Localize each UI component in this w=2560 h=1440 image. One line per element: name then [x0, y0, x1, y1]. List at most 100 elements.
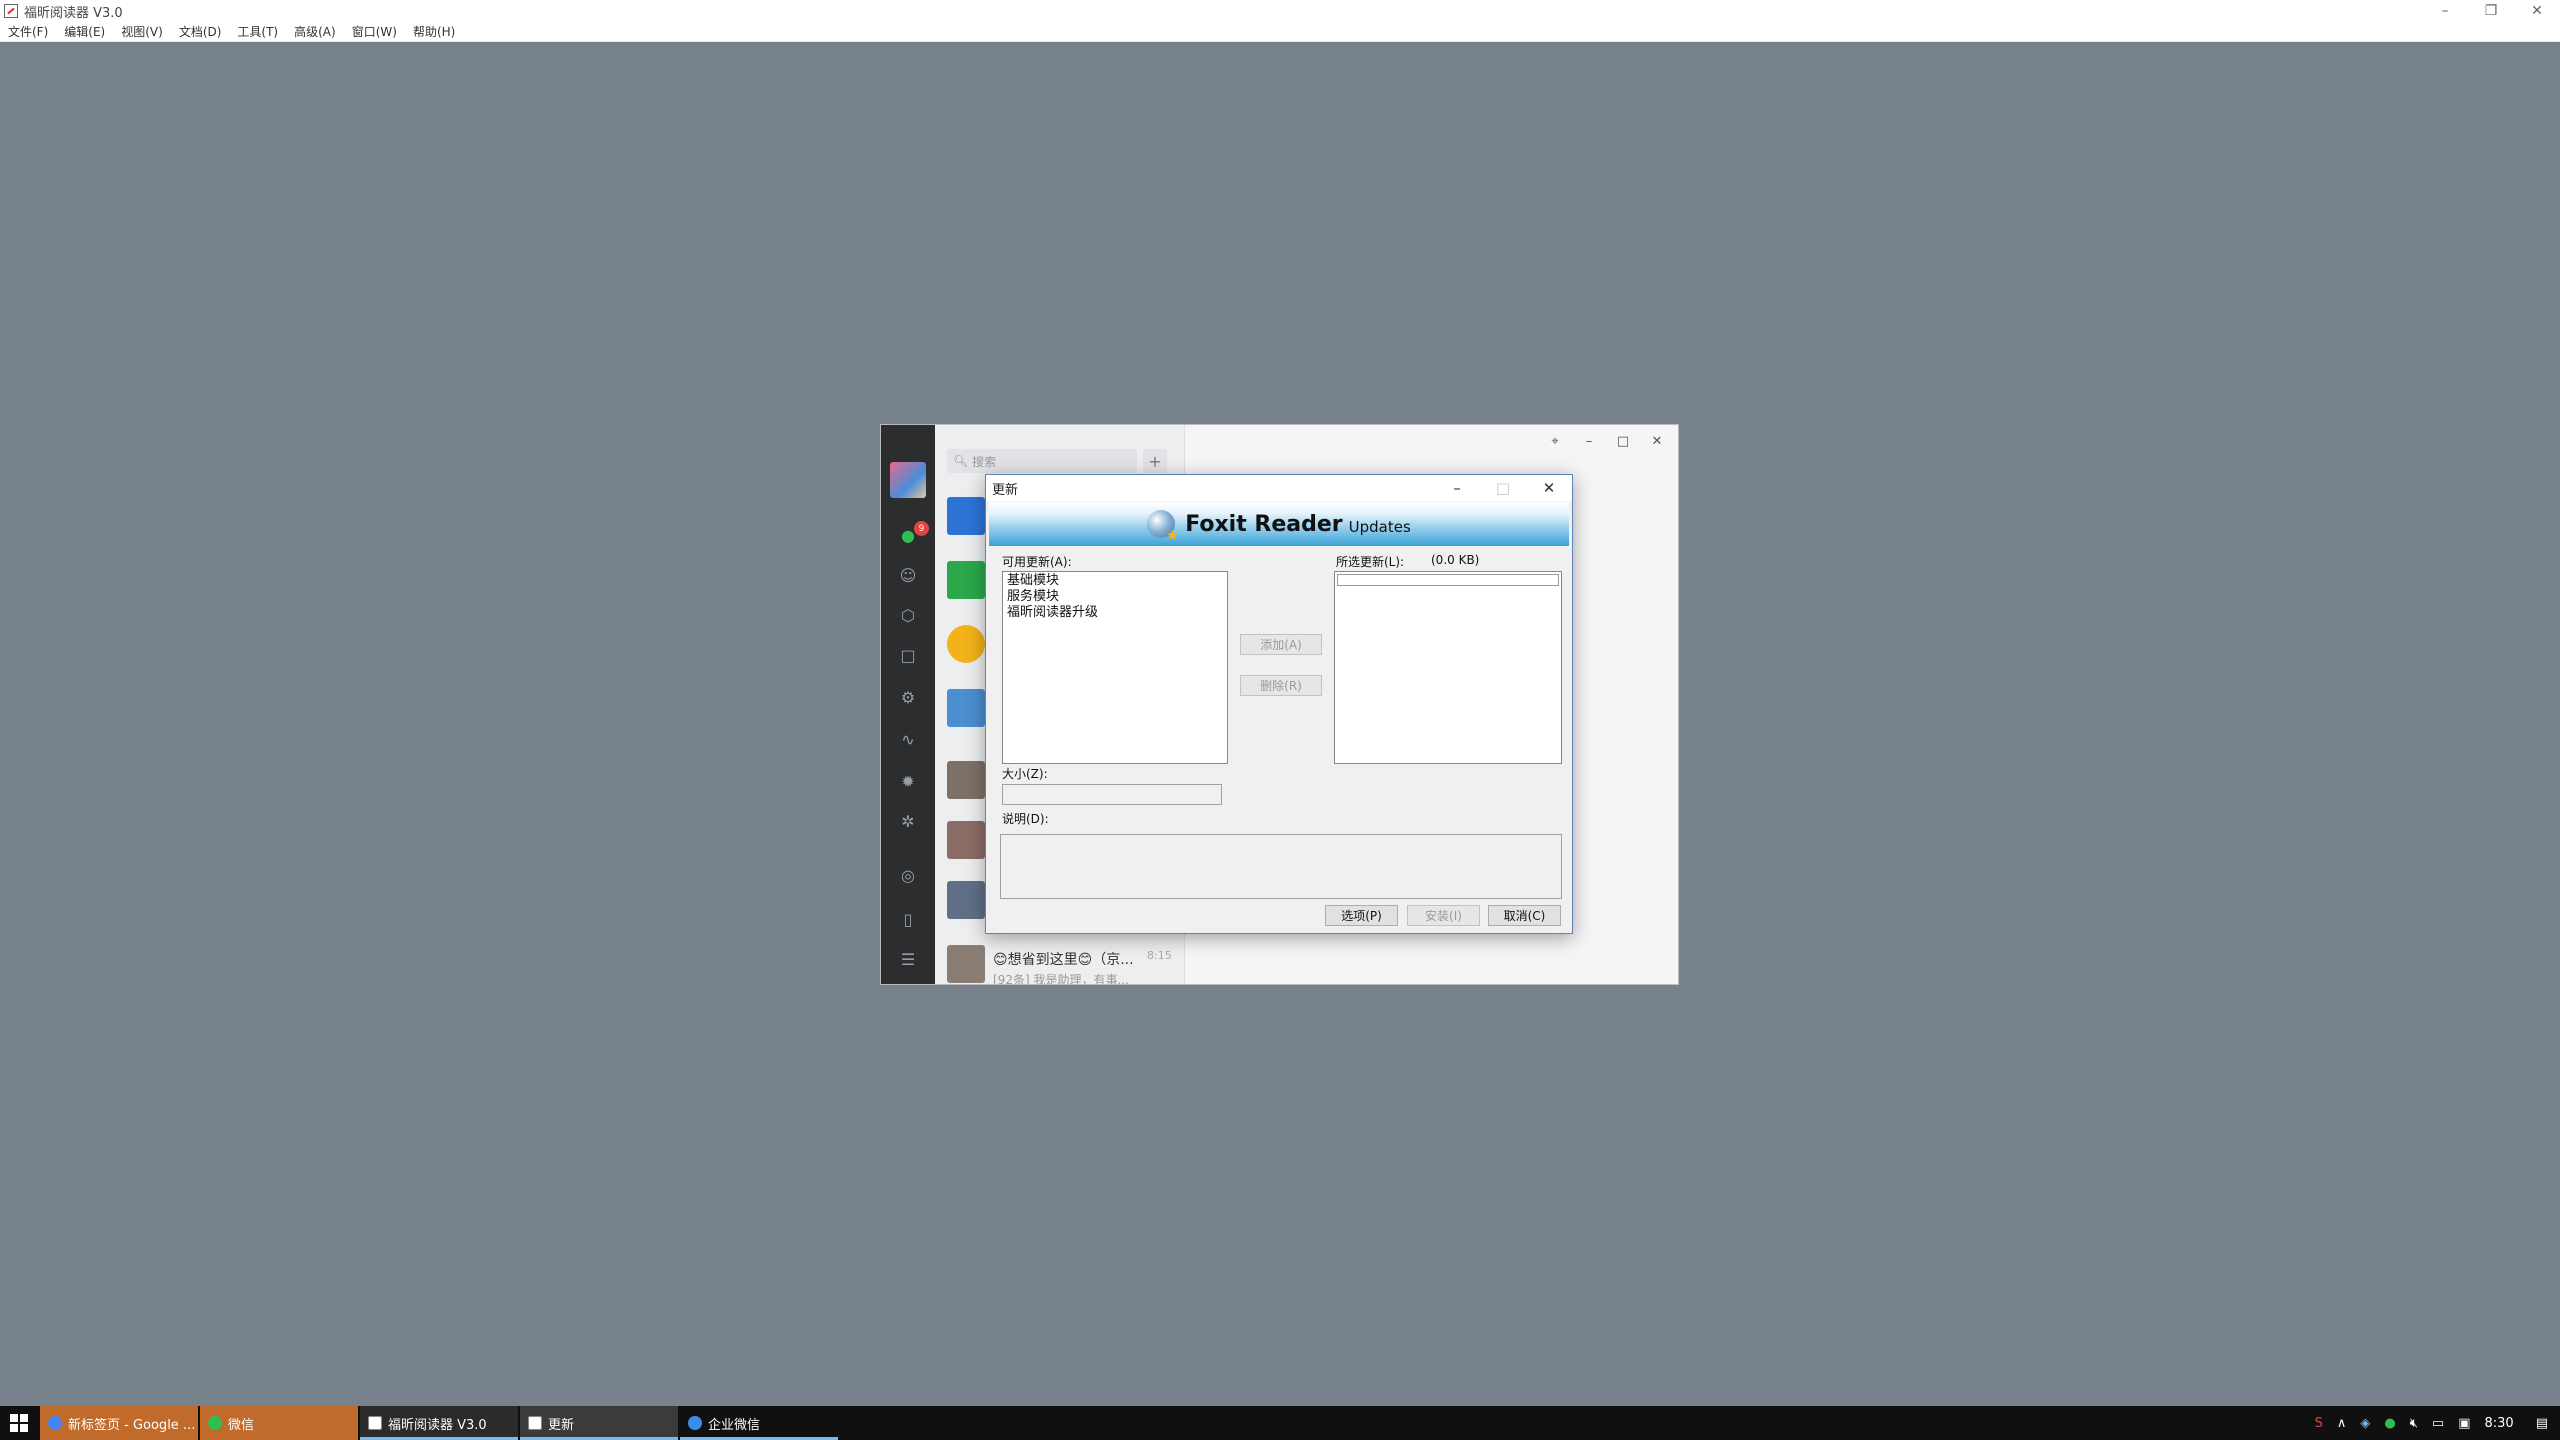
restore-button[interactable]: ❐ [2468, 0, 2514, 22]
clock[interactable]: 8:30 [2485, 1416, 2514, 1431]
size-label: 大小(Z): [1002, 767, 1048, 781]
banner-subtitle: Updates [1348, 517, 1411, 536]
options-button[interactable]: 选项(P) [1325, 905, 1398, 926]
banner-brand: Foxit Reader [1185, 511, 1343, 537]
wechat-tray-icon[interactable]: ● [2384, 1416, 2395, 1431]
list-item[interactable]: 福昕阅读器升级 [1003, 605, 1227, 621]
search-icon: 🔍︎ [953, 454, 969, 468]
foxit-icon [368, 1416, 382, 1430]
window-controls: – ❐ ✕ [2422, 0, 2560, 22]
taskbar-item-update[interactable]: 更新 [520, 1406, 678, 1440]
foxit-icon [528, 1416, 542, 1430]
remove-button: 删除(R) [1240, 675, 1322, 696]
foxit-app-icon [4, 4, 18, 18]
shield-icon[interactable]: ◈ [2360, 1416, 2370, 1431]
chat-avatar[interactable] [947, 689, 985, 727]
chat-avatar[interactable] [947, 945, 985, 983]
chat-avatar[interactable] [947, 881, 985, 919]
gear-icon[interactable]: ⚙ [896, 685, 920, 709]
list-item[interactable]: 基础模块 [1003, 573, 1227, 589]
task-label: 新标签页 - Google ... [68, 1417, 196, 1433]
menu-help[interactable]: 帮助(H) [405, 23, 463, 40]
volume-muted-icon[interactable]: 🔇︎ [2410, 1416, 2418, 1431]
maximize-button[interactable]: □ [1606, 427, 1640, 455]
wecom-window-controls: ⌖ – □ ✕ [1538, 427, 1674, 455]
update-dialog: 更新 – □ ✕ Foxit Reader Updates 可用更新(A): 基… [985, 474, 1573, 934]
chat-avatar[interactable] [947, 821, 985, 859]
size-field [1002, 784, 1222, 805]
chat-preview: [92条] 我是助理，有事... [993, 973, 1129, 984]
chat-name[interactable]: 😊想省到这里😊（京... [993, 949, 1134, 969]
app-titlebar: 福昕阅读器 V3.0 – ❐ ✕ [0, 0, 2560, 22]
taskbar-item-foxit[interactable]: 福昕阅读器 V3.0 [360, 1406, 518, 1440]
start-button[interactable] [0, 1406, 38, 1440]
update-banner: Foxit Reader Updates [989, 502, 1569, 546]
menu-advanced[interactable]: 高级(A) [286, 23, 344, 40]
app-title: 福昕阅读器 V3.0 [24, 5, 123, 21]
minimize-button[interactable]: – [2422, 0, 2468, 22]
wave-icon[interactable]: ∿ [896, 727, 920, 751]
battery-icon[interactable]: ▭ [2432, 1416, 2444, 1431]
globe-icon [1147, 510, 1179, 544]
wecom-nav-bar: ● 9 ☺ ⬡ □ ⚙ ∿ ✹ ✲ ◎ ▯ ☰ [881, 425, 935, 984]
selected-size: (0.0 KB) [1431, 553, 1480, 567]
task-label: 企业微信 [708, 1417, 761, 1433]
taskbar-item-wecom[interactable]: 企业微信 [680, 1406, 838, 1440]
available-updates-list[interactable]: 基础模块 服务模块 福昕阅读器升级 [1002, 571, 1228, 764]
list-item[interactable]: 服务模块 [1003, 589, 1227, 605]
menu-file[interactable]: 文件(F) [0, 23, 56, 40]
close-button[interactable]: ✕ [2514, 0, 2560, 22]
menu-view[interactable]: 视图(V) [113, 23, 171, 40]
chat-avatar[interactable] [947, 497, 985, 535]
compass-icon[interactable]: ◎ [896, 863, 920, 887]
task-label: 微信 [228, 1417, 255, 1433]
chat-avatar[interactable] [947, 561, 985, 599]
menu-edit[interactable]: 编辑(E) [56, 23, 113, 40]
notification-icon[interactable]: ▤ [2536, 1416, 2548, 1431]
chat-avatar[interactable] [947, 761, 985, 799]
available-updates-label: 可用更新(A): [1002, 555, 1072, 569]
task-label: 福昕阅读器 V3.0 [388, 1417, 487, 1433]
selected-updates-list[interactable] [1334, 571, 1562, 764]
minimize-button[interactable]: – [1572, 427, 1606, 455]
contacts-icon[interactable]: ☺ [896, 563, 920, 587]
dialog-controls: – □ ✕ [1434, 475, 1572, 501]
install-button: 安装(I) [1407, 905, 1480, 926]
avatar[interactable] [890, 462, 926, 498]
taskbar-item-chrome[interactable]: 新标签页 - Google ... [40, 1406, 198, 1440]
close-button[interactable]: ✕ [1640, 427, 1674, 455]
taskbar-item-wechat[interactable]: 微信 [200, 1406, 358, 1440]
minimize-button[interactable]: – [1434, 475, 1480, 501]
menu-window[interactable]: 窗口(W) [344, 23, 405, 40]
folder-icon[interactable]: □ [896, 643, 920, 667]
search-input[interactable]: 🔍︎ 搜索 [947, 449, 1137, 473]
menu-tools[interactable]: 工具(T) [229, 23, 286, 40]
dialog-title: 更新 [992, 482, 1019, 498]
unread-badge: 9 [914, 521, 929, 536]
pin-icon[interactable]: ⌖ [1538, 427, 1572, 455]
star-icon[interactable]: ✲ [896, 809, 920, 833]
close-button[interactable]: ✕ [1526, 475, 1572, 501]
windows-icon [10, 1414, 28, 1432]
settings-icon[interactable]: ✹ [896, 769, 920, 793]
network-icon[interactable]: ▣ [2458, 1416, 2470, 1431]
phone-icon[interactable]: ▯ [896, 907, 920, 931]
chat-time: 8:15 [1147, 949, 1172, 962]
menu-document[interactable]: 文档(D) [171, 23, 230, 40]
chevron-up-icon[interactable]: ∧ [2337, 1416, 2347, 1431]
maximize-button: □ [1495, 479, 1511, 497]
cancel-button[interactable]: 取消(C) [1488, 905, 1561, 926]
wecom-icon [688, 1416, 702, 1430]
task-label: 更新 [548, 1417, 575, 1433]
sogou-icon[interactable]: S [2315, 1416, 2323, 1431]
menubar: 文件(F) 编辑(E) 视图(V) 文档(D) 工具(T) 高级(A) 窗口(W… [0, 22, 2560, 42]
add-button[interactable]: + [1143, 449, 1167, 473]
wechat-icon [208, 1416, 222, 1430]
dialog-titlebar: 更新 – □ ✕ [986, 475, 1572, 501]
workbench-icon[interactable]: ⬡ [896, 603, 920, 627]
system-tray: S ∧ ◈ ● 🔇︎ ▭ ▣ 8:30 ▤ [2301, 1406, 2560, 1440]
chat-avatar[interactable] [947, 625, 985, 663]
add-button: 添加(A) [1240, 634, 1322, 655]
list-item[interactable] [1337, 574, 1559, 586]
menu-icon[interactable]: ☰ [896, 947, 920, 971]
